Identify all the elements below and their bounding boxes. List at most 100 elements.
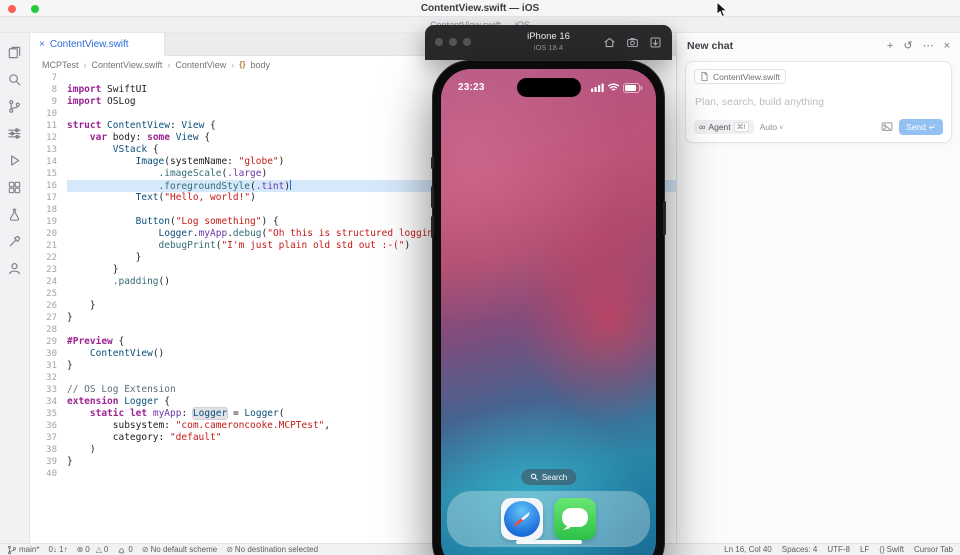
line-number: 7 — [51, 73, 57, 83]
search-pill-label: Search — [541, 472, 568, 482]
account-icon[interactable] — [7, 261, 23, 276]
sync-counts: 0↓ 1↑ — [48, 545, 68, 554]
phone-dock — [447, 491, 650, 547]
close-window-icon[interactable] — [435, 38, 443, 46]
line-number: 34 — [46, 397, 57, 407]
iphone-device: 23:23 Search — [431, 60, 666, 555]
attach-image-icon[interactable] — [881, 121, 893, 133]
safari-app-icon[interactable] — [501, 498, 543, 540]
cursor-tab-status[interactable]: Cursor Tab — [914, 545, 953, 554]
editor-tab[interactable]: × ContentView.swift — [31, 33, 165, 56]
wifi-icon — [607, 83, 620, 91]
menu-bar: ContentView.swift — iOS — [0, 0, 960, 18]
warnings-count: 0 — [103, 545, 109, 554]
agent-mode-selector[interactable]: ∞ Agent ⌘I — [694, 120, 754, 134]
blocked-icon: ⊘ — [226, 545, 233, 554]
git-branch-icon — [8, 545, 16, 554]
line-number: 19 — [46, 217, 57, 227]
cellular-signal-icon — [591, 83, 604, 92]
new-chat-icon[interactable]: + — [887, 40, 893, 52]
chat-input-card[interactable]: ContentView.swift Plan, search, build an… — [685, 61, 952, 143]
breadcrumb-type[interactable]: ContentView — [175, 60, 226, 70]
line-number: 26 — [46, 301, 57, 311]
scheme-label: No default scheme — [150, 545, 218, 554]
menubar-title: ContentView.swift — iOS — [420, 2, 540, 14]
testing-flask-icon[interactable] — [7, 207, 23, 222]
line-number: 12 — [46, 133, 57, 143]
extensions-icon[interactable] — [7, 180, 23, 195]
power-button — [663, 201, 666, 235]
line-number: 37 — [46, 433, 57, 443]
chevron-down-icon: ∨ — [779, 124, 784, 131]
scheme-status[interactable]: ⊘ No default scheme — [142, 545, 217, 554]
line-number: 23 — [46, 265, 57, 275]
battery-icon — [623, 82, 643, 93]
destination-status[interactable]: ⊘ No destination selected — [226, 545, 318, 554]
errors-icon: ⊗ — [76, 545, 84, 554]
braces-icon: {} — [879, 545, 885, 554]
line-number: 9 — [51, 97, 57, 107]
settings-sliders-icon[interactable] — [7, 126, 23, 141]
mouse-cursor-icon — [716, 1, 728, 18]
simulator-window-controls — [435, 38, 471, 46]
problems-status[interactable]: ⊗ 0 △ 0 — [77, 545, 109, 554]
send-button[interactable]: Send ↵ — [899, 119, 943, 135]
line-number: 38 — [46, 445, 57, 455]
line-number: 8 — [51, 85, 57, 95]
context-chip[interactable]: ContentView.swift — [694, 69, 786, 84]
bell-icon — [118, 547, 125, 554]
source-control-icon[interactable] — [7, 99, 23, 114]
cursor-position-status[interactable]: Ln 16, Col 40 — [724, 545, 772, 554]
activity-bar — [0, 33, 30, 543]
magnifier-icon — [530, 473, 538, 481]
breadcrumb-project[interactable]: MCPTest — [42, 60, 79, 70]
screen: ContentView.swift — iOS ContentView.swif… — [0, 0, 960, 555]
tab-close-icon[interactable]: × — [39, 39, 45, 50]
search-icon[interactable] — [7, 72, 23, 87]
zoom-window-icon[interactable] — [463, 38, 471, 46]
git-branch-status[interactable]: main* — [7, 545, 39, 555]
breadcrumb-symbol[interactable]: body — [251, 60, 271, 70]
tools-icon[interactable] — [7, 234, 23, 249]
line-number: 40 — [46, 469, 57, 479]
close-panel-icon[interactable]: × — [944, 40, 950, 52]
messages-app-icon[interactable] — [554, 498, 596, 540]
chat-title: New chat — [687, 39, 734, 52]
line-number: 31 — [46, 361, 57, 371]
sync-status[interactable]: 0↓ 1↑ — [48, 545, 67, 554]
spotlight-search-pill[interactable]: Search — [520, 469, 577, 485]
home-button-icon[interactable] — [603, 36, 616, 49]
line-number: 33 — [46, 385, 57, 395]
chevron-right-icon: › — [231, 59, 235, 70]
phone-clock: 23:23 — [458, 82, 485, 93]
simulator-window: iPhone 16 iOS 18.4 23:23 Search — [425, 25, 672, 555]
run-debug-icon[interactable] — [7, 153, 23, 168]
chat-header: New chat + ↺ ⋯ × — [677, 33, 960, 58]
model-selector[interactable]: Auto ∨ — [760, 122, 784, 132]
minimize-window-icon[interactable] — [449, 38, 457, 46]
encoding-status[interactable]: UTF-8 — [827, 545, 850, 554]
line-number: 27 — [46, 313, 57, 323]
language-label: Swift — [886, 545, 905, 554]
agent-shortcut: ⌘I — [733, 122, 749, 132]
eol-status[interactable]: LF — [860, 545, 869, 554]
home-indicator[interactable] — [515, 540, 582, 544]
simulator-toolbar — [603, 36, 662, 49]
history-icon[interactable]: ↺ — [903, 39, 912, 52]
line-number: 22 — [46, 253, 57, 263]
notifications-status[interactable]: 0 — [117, 545, 133, 555]
more-options-icon[interactable]: ⋯ — [923, 39, 934, 52]
language-status[interactable]: {} Swift — [879, 545, 904, 554]
indentation-status[interactable]: Spaces: 4 — [782, 545, 818, 554]
screenshot-icon[interactable] — [626, 36, 639, 49]
line-number: 36 — [46, 421, 57, 431]
context-chip-label: ContentView.swift — [713, 71, 780, 82]
chat-controls: ∞ Agent ⌘I Auto ∨ Send ↵ — [694, 119, 943, 135]
chat-input-placeholder[interactable]: Plan, search, build anything — [695, 96, 942, 108]
save-output-icon[interactable] — [649, 36, 662, 49]
breadcrumb-file[interactable]: ContentView.swift — [92, 60, 163, 70]
simulator-titlebar[interactable]: iPhone 16 iOS 18.4 — [425, 25, 672, 60]
iphone-screen[interactable]: 23:23 Search — [441, 69, 656, 555]
explorer-icon[interactable] — [7, 45, 23, 60]
volume-down-button — [431, 216, 434, 238]
